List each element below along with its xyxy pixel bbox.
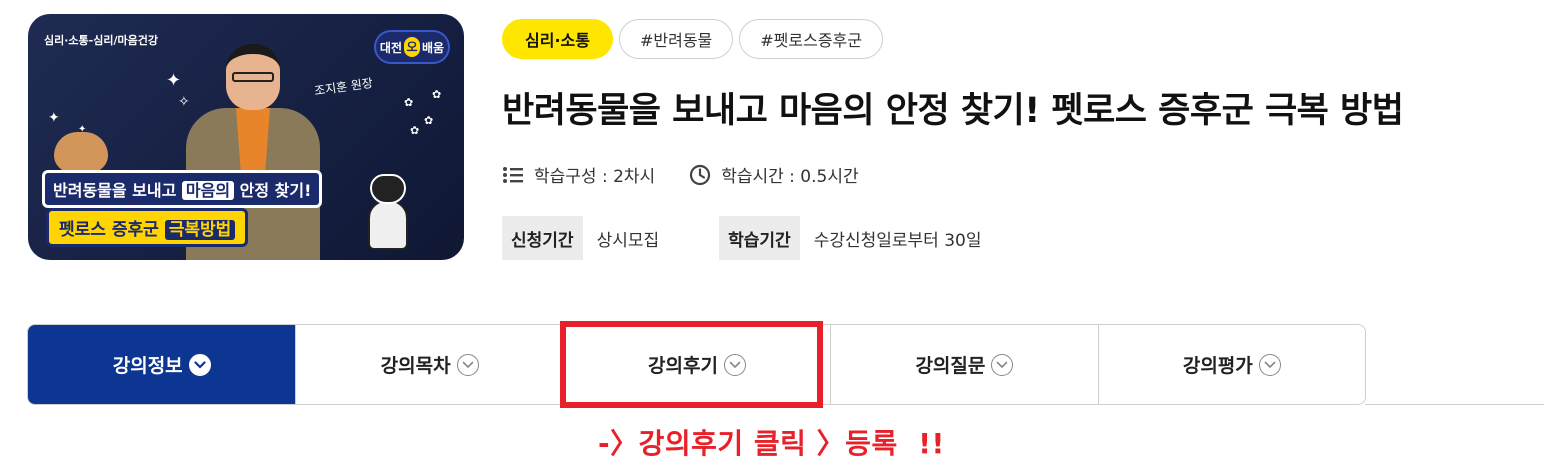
apply-period-value: 상시모집 (596, 230, 660, 251)
tab-label: 강의정보 (112, 355, 183, 377)
thumbnail-category: 심리·소통-심리/마음건강 (44, 34, 158, 47)
tab-course-contents[interactable]: 강의목차 (295, 325, 562, 404)
banner-text: 안정 찾기! (234, 181, 312, 200)
list-icon (502, 165, 524, 185)
tab-course-questions[interactable]: 강의질문 (830, 325, 1097, 404)
paw-icon: ✿ (432, 88, 442, 101)
paw-icon: ✿ (424, 114, 434, 127)
cat-illustration (364, 174, 412, 250)
tag-list: 심리·소통 #반려동물 #펫로스증후군 (502, 19, 883, 59)
banner-text: 극복방법 (164, 220, 236, 240)
banner-text: 펫로스 증후군 (59, 220, 159, 240)
logo-text-left: 대전 (379, 40, 402, 55)
course-period: 신청기간 상시모집 학습기간 수강신청일로부터 30일 (502, 216, 981, 260)
clock-icon (689, 164, 711, 186)
chevron-down-circle-icon (991, 353, 1014, 376)
annotation-highlight-box (560, 321, 823, 408)
course-thumbnail: 심리·소통-심리/마음건강 대전 오 배움 ✦ ✧ ✦ ✦ ✿ ✿ ✿ ✿ 조지… (28, 14, 464, 260)
sparkle-icon: ✦ (48, 110, 60, 126)
logo-text-right: 배움 (422, 40, 445, 55)
chevron-down-circle-icon (1258, 353, 1281, 376)
thumbnail-banner-line2: 펫로스 증후군 극복방법 (46, 208, 249, 247)
tab-course-evaluation[interactable]: 강의평가 (1097, 325, 1365, 404)
banner-text: 을 보내고 (111, 181, 182, 200)
tab-label: 강의목차 (380, 355, 451, 377)
chevron-down-circle-icon (188, 353, 211, 376)
apply-period-label: 신청기간 (502, 216, 583, 260)
logo-text-mid: 오 (404, 37, 420, 57)
tab-course-info[interactable]: 강의정보 (28, 325, 296, 404)
tabs-divider (1365, 404, 1544, 405)
dog-illustration (54, 132, 108, 172)
course-meta: 학습구성 : 2차시 학습시간 : 0.5시간 (502, 162, 859, 187)
banner-text: 반려동물 (53, 181, 112, 200)
banner-text: 마음의 (181, 181, 235, 200)
duration-text: 학습시간 : 0.5시간 (721, 167, 859, 187)
tab-label: 강의평가 (1182, 355, 1253, 377)
brand-logo: 대전 오 배움 (374, 30, 450, 64)
study-period-label: 학습기간 (719, 216, 800, 260)
duration-info: 학습시간 : 0.5시간 (689, 162, 859, 187)
tag-hashtag[interactable]: #반려동물 (618, 19, 734, 59)
paw-icon: ✿ (404, 96, 414, 109)
tab-label: 강의질문 (915, 355, 986, 377)
composition-text: 학습구성 : 2차시 (534, 167, 656, 187)
chevron-down-circle-icon (456, 353, 479, 376)
thumbnail-banner-line1: 반려동물을 보내고 마음의 안정 찾기! (42, 170, 323, 208)
annotation-note: -〉강의후기 클릭 〉등록 !! (598, 427, 945, 460)
study-period-value: 수강신청일로부터 30일 (813, 230, 982, 251)
composition-info: 학습구성 : 2차시 (502, 162, 655, 187)
course-title: 반려동물을 보내고 마음의 안정 찾기! 펫로스 증후군 극복 방법 (502, 91, 1404, 131)
tag-category[interactable]: 심리·소통 (502, 19, 613, 59)
paw-icon: ✿ (410, 124, 420, 137)
tag-hashtag[interactable]: #펫로스증후군 (739, 19, 883, 59)
